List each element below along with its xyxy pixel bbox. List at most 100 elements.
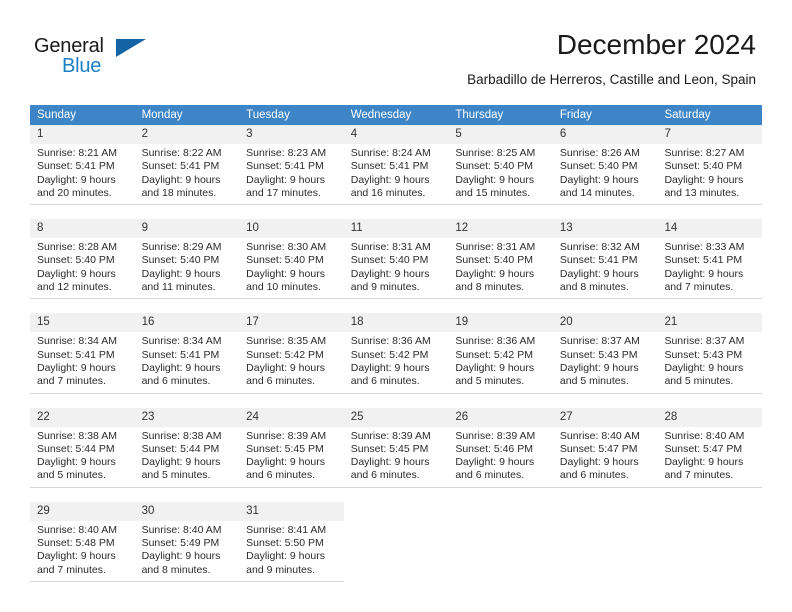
page-title: December 2024 — [556, 29, 756, 60]
sunset-text: Sunset: 5:40 PM — [664, 160, 743, 173]
day-cell[interactable]: 11 Sunrise: 8:31 AM Sunset: 5:40 PM Dayl… — [343, 219, 449, 300]
day-cell[interactable]: 15 Sunrise: 8:34 AM Sunset: 5:41 PM Dayl… — [30, 313, 135, 394]
daylight-text-line2: and 8 minutes. — [559, 281, 629, 294]
daylight-text-line1: Daylight: 9 hours — [350, 456, 430, 469]
daylight-text-line1: Daylight: 9 hours — [141, 456, 221, 469]
daylight-text-line1: Daylight: 9 hours — [141, 550, 221, 563]
daylight-text-line1: Daylight: 9 hours — [664, 173, 744, 186]
blue-flag-icon — [116, 39, 146, 57]
day-cell[interactable]: 16 Sunrise: 8:34 AM Sunset: 5:41 PM Dayl… — [134, 313, 240, 394]
sunset-text: Sunset: 5:40 PM — [455, 160, 533, 173]
daylight-text-line2: and 7 minutes. — [37, 375, 106, 388]
day-cell[interactable]: 31 Sunrise: 8:41 AM Sunset: 5:50 PM Dayl… — [239, 501, 344, 582]
day-number: 29 — [30, 501, 135, 521]
sunrise-text: Sunrise: 8:32 AM — [559, 241, 640, 254]
day-cell[interactable]: 21 Sunrise: 8:37 AM Sunset: 5:43 PM Dayl… — [657, 313, 763, 394]
daylight-text-line2: and 12 minutes. — [37, 281, 112, 294]
day-cell[interactable]: 5 Sunrise: 8:25 AM Sunset: 5:40 PM Dayli… — [448, 125, 553, 206]
day-cell[interactable]: 29 Sunrise: 8:40 AM Sunset: 5:48 PM Dayl… — [30, 501, 135, 582]
day-number: 6 — [552, 125, 658, 144]
sunset-text: Sunset: 5:40 PM — [455, 254, 533, 267]
weekday-header-monday: Monday — [141, 109, 183, 121]
week-row-spacer — [30, 205, 762, 219]
day-cell[interactable]: 8 Sunrise: 8:28 AM Sunset: 5:40 PM Dayli… — [30, 219, 135, 300]
sunset-text: Sunset: 5:42 PM — [246, 348, 324, 361]
daylight-text-line2: and 6 minutes. — [141, 375, 211, 388]
sunset-text: Sunset: 5:47 PM — [664, 442, 743, 455]
daylight-text-line1: Daylight: 9 hours — [141, 267, 221, 280]
day-cell[interactable]: 12 Sunrise: 8:31 AM Sunset: 5:40 PM Dayl… — [448, 219, 553, 300]
day-cell[interactable]: 14 Sunrise: 8:33 AM Sunset: 5:41 PM Dayl… — [657, 219, 763, 300]
day-details: Sunrise: 8:35 AM Sunset: 5:42 PM Dayligh… — [239, 332, 344, 392]
day-number: 7 — [657, 125, 763, 144]
day-details — [657, 521, 762, 528]
day-number: 13 — [552, 219, 658, 239]
day-details: Sunrise: 8:34 AM Sunset: 5:41 PM Dayligh… — [30, 332, 135, 392]
daylight-text-line2: and 7 minutes. — [664, 469, 734, 482]
day-cell[interactable]: 22 Sunrise: 8:38 AM Sunset: 5:44 PM Dayl… — [30, 407, 135, 488]
daylight-text-line2: and 13 minutes. — [664, 186, 740, 199]
day-cell-empty — [552, 501, 658, 582]
day-cell[interactable]: 1 Sunrise: 8:21 AM Sunset: 5:41 PM Dayli… — [30, 125, 135, 206]
day-cell-empty — [343, 501, 449, 582]
day-cell[interactable]: 6 Sunrise: 8:26 AM Sunset: 5:40 PM Dayli… — [552, 125, 658, 206]
daylight-text-line2: and 6 minutes. — [246, 375, 316, 388]
calendar-week-row: 1 Sunrise: 8:21 AM Sunset: 5:41 PM Dayli… — [30, 125, 763, 206]
daylight-text-line1: Daylight: 9 hours — [559, 456, 639, 469]
day-cell[interactable]: 19 Sunrise: 8:36 AM Sunset: 5:42 PM Dayl… — [448, 313, 553, 394]
sunrise-text: Sunrise: 8:31 AM — [350, 241, 431, 254]
day-cell[interactable]: 24 Sunrise: 8:39 AM Sunset: 5:45 PM Dayl… — [239, 407, 344, 488]
day-cell[interactable]: 23 Sunrise: 8:38 AM Sunset: 5:44 PM Dayl… — [134, 407, 240, 488]
general-blue-logo[interactable]: General Blue — [34, 35, 214, 81]
day-cell[interactable]: 25 Sunrise: 8:39 AM Sunset: 5:45 PM Dayl… — [343, 407, 449, 488]
day-cell[interactable]: 3 Sunrise: 8:23 AM Sunset: 5:41 PM Dayli… — [239, 125, 344, 206]
sunrise-text: Sunrise: 8:36 AM — [350, 335, 431, 348]
sunrise-text: Sunrise: 8:41 AM — [246, 523, 327, 536]
weekday-header-thursday: Thursday — [455, 109, 504, 121]
day-number: 22 — [30, 407, 135, 427]
day-details: Sunrise: 8:28 AM Sunset: 5:40 PM Dayligh… — [30, 238, 135, 298]
daylight-text-line2: and 5 minutes. — [37, 469, 106, 482]
day-cell[interactable]: 28 Sunrise: 8:40 AM Sunset: 5:47 PM Dayl… — [657, 407, 763, 488]
day-cell[interactable]: 2 Sunrise: 8:22 AM Sunset: 5:41 PM Dayli… — [134, 125, 240, 206]
day-number: 2 — [134, 125, 240, 144]
weekday-header-row: Sunday Monday Tuesday Wednesday Thursday… — [30, 105, 762, 125]
day-cell[interactable]: 30 Sunrise: 8:40 AM Sunset: 5:49 PM Dayl… — [134, 501, 240, 582]
daylight-text-line1: Daylight: 9 hours — [246, 550, 325, 563]
sunset-text: Sunset: 5:40 PM — [559, 160, 638, 173]
sunrise-text: Sunrise: 8:39 AM — [455, 429, 536, 442]
day-details: Sunrise: 8:34 AM Sunset: 5:41 PM Dayligh… — [135, 332, 240, 392]
sunset-text: Sunset: 5:41 PM — [246, 160, 324, 173]
weekday-header-saturday: Saturday — [664, 109, 711, 121]
day-number: 27 — [552, 407, 658, 427]
weekday-header-wednesday: Wednesday — [350, 109, 412, 121]
day-number: 23 — [134, 407, 240, 427]
daylight-text-line1: Daylight: 9 hours — [246, 173, 325, 186]
daylight-text-line1: Daylight: 9 hours — [350, 361, 430, 374]
day-number: 17 — [239, 313, 344, 333]
day-number: 9 — [134, 219, 240, 239]
sunrise-text: Sunrise: 8:40 AM — [37, 523, 117, 536]
sunset-text: Sunset: 5:47 PM — [559, 442, 638, 455]
day-cell[interactable]: 4 Sunrise: 8:24 AM Sunset: 5:41 PM Dayli… — [343, 125, 449, 206]
day-cell[interactable]: 17 Sunrise: 8:35 AM Sunset: 5:42 PM Dayl… — [239, 313, 344, 394]
calendar-week-row: 22 Sunrise: 8:38 AM Sunset: 5:44 PM Dayl… — [30, 407, 763, 488]
sunset-text: Sunset: 5:40 PM — [350, 254, 429, 267]
day-cell[interactable]: 13 Sunrise: 8:32 AM Sunset: 5:41 PM Dayl… — [552, 219, 658, 300]
day-cell[interactable]: 26 Sunrise: 8:39 AM Sunset: 5:46 PM Dayl… — [448, 407, 553, 488]
day-cell[interactable]: 18 Sunrise: 8:36 AM Sunset: 5:42 PM Dayl… — [343, 313, 449, 394]
daylight-text-line1: Daylight: 9 hours — [246, 456, 325, 469]
day-cell[interactable]: 9 Sunrise: 8:29 AM Sunset: 5:40 PM Dayli… — [134, 219, 240, 300]
sunset-text: Sunset: 5:41 PM — [559, 254, 638, 267]
sunset-text: Sunset: 5:40 PM — [246, 254, 324, 267]
day-details — [448, 521, 553, 528]
day-details: Sunrise: 8:24 AM Sunset: 5:41 PM Dayligh… — [344, 144, 449, 204]
day-number: 15 — [30, 313, 135, 333]
day-cell[interactable]: 10 Sunrise: 8:30 AM Sunset: 5:40 PM Dayl… — [239, 219, 344, 300]
day-details: Sunrise: 8:37 AM Sunset: 5:43 PM Dayligh… — [553, 332, 658, 392]
day-cell[interactable]: 27 Sunrise: 8:40 AM Sunset: 5:47 PM Dayl… — [552, 407, 658, 488]
day-cell[interactable]: 20 Sunrise: 8:37 AM Sunset: 5:43 PM Dayl… — [552, 313, 658, 394]
day-cell[interactable]: 7 Sunrise: 8:27 AM Sunset: 5:40 PM Dayli… — [657, 125, 763, 206]
calendar-week-row: 29 Sunrise: 8:40 AM Sunset: 5:48 PM Dayl… — [30, 501, 763, 582]
day-details — [344, 521, 449, 528]
